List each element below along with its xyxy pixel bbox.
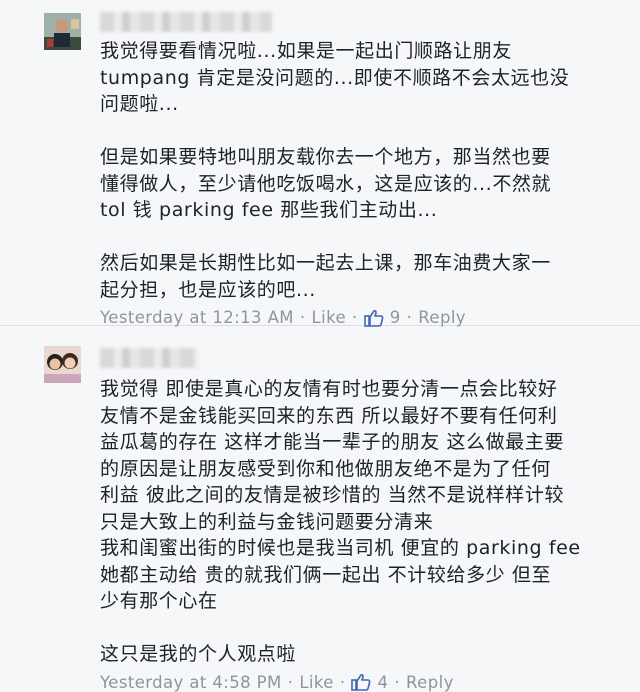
comment-2: 我觉得 即使是真心的友情有时也要分清一点会比较好 友情不是金钱能买回来的东西 所… bbox=[0, 326, 640, 692]
separator: · bbox=[352, 308, 358, 327]
comment-line: 只是大致上的利益与金钱问题要分清来 bbox=[100, 510, 434, 533]
comment-text: 我觉得要看情况啦...如果是一起出门顺路让朋友 tumpang 肯定是没问题的.… bbox=[100, 38, 624, 303]
comment-line: 我觉得要看情况啦...如果是一起出门顺路让朋友 bbox=[100, 40, 512, 62]
comment-line: 友情不是金钱能买回来的东西 所以最好不要有任何利 bbox=[100, 404, 558, 427]
avatar[interactable] bbox=[44, 346, 81, 383]
like-count: 4 bbox=[377, 672, 389, 692]
comment-line bbox=[100, 615, 624, 642]
comment-line: 她都主动给 贵的就我们俩一起出 不计较给多少 但至 bbox=[100, 563, 552, 586]
separator: · bbox=[406, 308, 413, 327]
comment-line bbox=[100, 224, 624, 251]
comment-line: 这只是我的个人观点啦 bbox=[100, 643, 297, 665]
comment-line: 然后如果是长期性比如一起去上课，那车油费大家一 bbox=[100, 252, 551, 274]
comment-line: tol 钱 parking fee 那些我们主动出... bbox=[100, 199, 438, 221]
comment-1: 我觉得要看情况啦...如果是一起出门顺路让朋友 tumpang 肯定是没问题的.… bbox=[0, 0, 640, 327]
like-link[interactable]: Like bbox=[299, 673, 334, 692]
separator: · bbox=[287, 672, 294, 692]
comment-meta: Yesterday at 4:58 PM · Like · 4 · Reply bbox=[100, 673, 624, 692]
separator: · bbox=[299, 308, 306, 327]
comment-line: 少有那个心在 bbox=[100, 590, 218, 612]
timestamp[interactable]: Yesterday at 4:58 PM bbox=[100, 673, 282, 692]
avatar[interactable] bbox=[44, 13, 81, 50]
comment-line: 益瓜葛的存在 这样才能当一辈子的朋友 这么做最主要 bbox=[100, 431, 565, 453]
separator: · bbox=[339, 672, 346, 692]
redacted-name[interactable] bbox=[100, 348, 198, 368]
comment-line: tumpang 肯定是没问题的...即使不顺路不会太远也没 bbox=[100, 66, 570, 89]
comment-line: 我觉得 即使是真心的友情有时也要分清一点会比较好 bbox=[100, 378, 558, 400]
avatar-image bbox=[44, 346, 81, 383]
thumbs-up-icon[interactable] bbox=[351, 673, 371, 691]
comment-line: 但是如果要特地叫朋友载你去一个地方，那当然也要 bbox=[100, 146, 551, 168]
avatar-image bbox=[44, 13, 81, 50]
comment-line: 问题啦... bbox=[100, 93, 179, 115]
redacted-name[interactable] bbox=[100, 12, 272, 32]
separator: · bbox=[394, 672, 401, 692]
thumbs-up-icon[interactable] bbox=[363, 309, 384, 327]
timestamp[interactable]: Yesterday at 12:13 AM bbox=[100, 308, 294, 327]
like-link[interactable]: Like bbox=[312, 308, 347, 327]
reply-link[interactable]: Reply bbox=[418, 308, 466, 327]
like-count: 9 bbox=[389, 308, 401, 327]
comment-line: 懂得做人，至少请他吃饭喝水，这是应该的...不然就 bbox=[100, 172, 552, 195]
comment-text: 我觉得 即使是真心的友情有时也要分清一点会比较好 友情不是金钱能买回来的东西 所… bbox=[100, 376, 624, 668]
comment-line bbox=[100, 118, 624, 145]
reply-link[interactable]: Reply bbox=[406, 673, 454, 692]
comment-line: 利益 彼此之间的友情是被珍惜的 当然不是说样样计较 bbox=[100, 484, 565, 506]
comment-meta: Yesterday at 12:13 AM · Like · 9 · Reply bbox=[100, 308, 624, 327]
comment-line: 起分担，也是应该的吧... bbox=[100, 278, 316, 301]
comment-line: 我和闺蜜出街的时候也是我当司机 便宜的 parking fee bbox=[100, 537, 581, 559]
comment-line: 的原因是让朋友感受到你和他做朋友绝不是为了任何 bbox=[100, 457, 551, 480]
